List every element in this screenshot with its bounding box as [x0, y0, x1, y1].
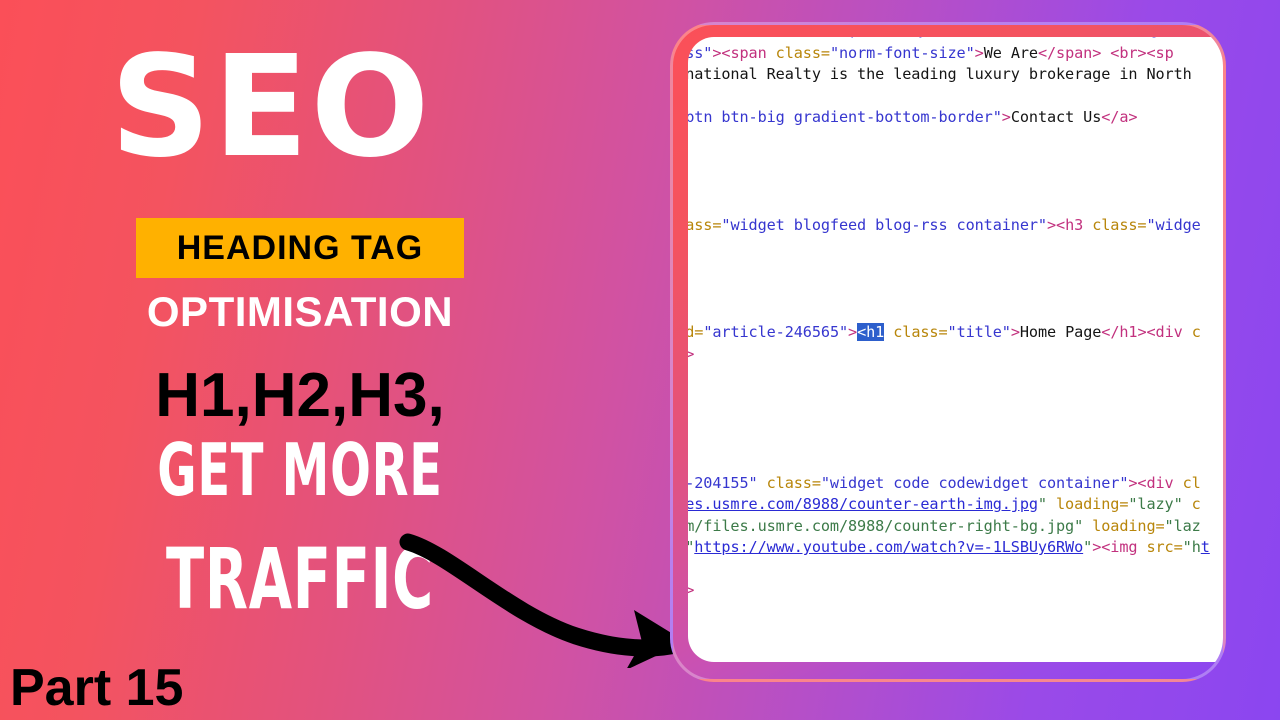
code-token: "	[1083, 538, 1093, 556]
code-token: "lazy"	[1128, 495, 1183, 513]
code-token: "widget code codewidget container"	[820, 473, 1129, 492]
code-token: idget-204155"	[688, 473, 758, 492]
cta-line-1: GET MORE	[157, 428, 443, 512]
code-token: c	[1182, 495, 1201, 513]
code-token: class=	[775, 43, 830, 62]
code-token: "widge	[1146, 215, 1201, 234]
code-line: aside>	[688, 344, 1223, 366]
code-token: Contact Us	[1010, 108, 1102, 126]
code-line: t-cross"><span class="norm-font-size">We…	[688, 43, 1223, 65]
code-token: </span> <br><sp	[1037, 43, 1174, 62]
code-token: <h1	[857, 323, 885, 341]
code-token: loading=	[1083, 516, 1165, 535]
code-token: "widget blogfeed blog-rss container"	[721, 215, 1047, 234]
code-token: id=	[688, 323, 704, 341]
code-viewer-card: https://www.youtube.com/watch?v=xJsMoNog…	[670, 22, 1226, 682]
code-token: >	[688, 581, 694, 599]
code-token: class=	[884, 323, 948, 341]
heading-levels-text: H1,H2,H3,	[155, 361, 445, 430]
page-title: SEO	[110, 26, 432, 189]
code-token: loading=	[1046, 495, 1129, 513]
code-token: ws.com/files.usmre.com/8988/counter-righ…	[688, 516, 1084, 535]
code-token: "laz	[1164, 516, 1201, 535]
code-link[interactable]: https://www.youtube.com/watch?v=-1LSBUy6…	[694, 538, 1083, 556]
code-token: class=	[688, 215, 722, 234]
code-token: ><span	[712, 43, 776, 62]
code-token: "btn btn-big gradient-bottom-border"	[688, 108, 1002, 126]
code-line: n/files.usmre.com/8988/counter-earth-img…	[688, 494, 1223, 516]
code-line: 4" class="widget blogfeed blog-rss conta…	[688, 215, 1223, 237]
code-token: class=	[1092, 215, 1147, 234]
code-line: ass="btn btn-big gradient-bottom-border"…	[688, 107, 1223, 129]
part-number-label: Part 15	[10, 659, 184, 717]
code-token: src=	[1146, 538, 1183, 556]
code-token: cl	[1182, 473, 1201, 492]
heading-tag-badge: HEADING TAG	[136, 218, 464, 278]
code-token: c	[1191, 323, 1201, 341]
code-link[interactable]: t	[1201, 538, 1210, 556]
code-token: International Realty is the leading luxu…	[688, 65, 1192, 83]
code-line: ws.com/files.usmre.com/8988/counter-righ…	[688, 516, 1223, 538]
code-token: aside>	[688, 345, 694, 363]
code-token: Home Page	[1019, 323, 1102, 341]
code-content[interactable]: t-cross"><span class="norm-font-size">We…	[688, 37, 1223, 602]
poster-left-panel: SEO HEADING TAG OPTIMISATION H1,H2,H3, G…	[0, 0, 689, 720]
code-token: "article-246565"	[703, 323, 849, 341]
heading-tag-badge-label: HEADING TAG	[176, 228, 424, 267]
cta-line-2: TRAFFIC	[166, 530, 434, 628]
code-link[interactable]: n/files.usmre.com/8988/counter-earth-img…	[688, 495, 1038, 513]
code-token: >	[974, 43, 984, 62]
code-line: ader">	[688, 580, 1223, 602]
code-token: "title"	[947, 323, 1011, 341]
code-token: t-cross"	[688, 43, 713, 62]
code-token: ><img	[1092, 538, 1147, 556]
code-line: idget-204155" class="widget code codewid…	[688, 473, 1223, 495]
code-line: ">	[688, 559, 1223, 581]
code-token: >	[1001, 108, 1011, 126]
code-token: "norm-font-size"	[829, 43, 975, 62]
code-line: href="https://www.youtube.com/watch?v=-1…	[688, 537, 1223, 559]
code-token: "h	[1182, 538, 1201, 556]
code-viewer-surface[interactable]: https://www.youtube.com/watch?v=xJsMoNog…	[688, 37, 1223, 662]
code-token: >	[848, 323, 858, 341]
code-token: "	[1037, 495, 1047, 513]
code-token: class=	[757, 473, 821, 492]
code-token: >	[1010, 323, 1020, 341]
code-token: We Are	[983, 43, 1038, 62]
code-token: ><div	[1128, 473, 1183, 492]
code-token: </h1><div	[1101, 323, 1192, 341]
code-token: ><h3	[1046, 215, 1093, 234]
code-line: le" id="article-246565"><h1 class="title…	[688, 322, 1223, 344]
code-token: </a>	[1101, 108, 1138, 126]
code-line: International Realty is the leading luxu…	[688, 64, 1223, 86]
subtitle-optimisation: OPTIMISATION	[146, 288, 454, 335]
